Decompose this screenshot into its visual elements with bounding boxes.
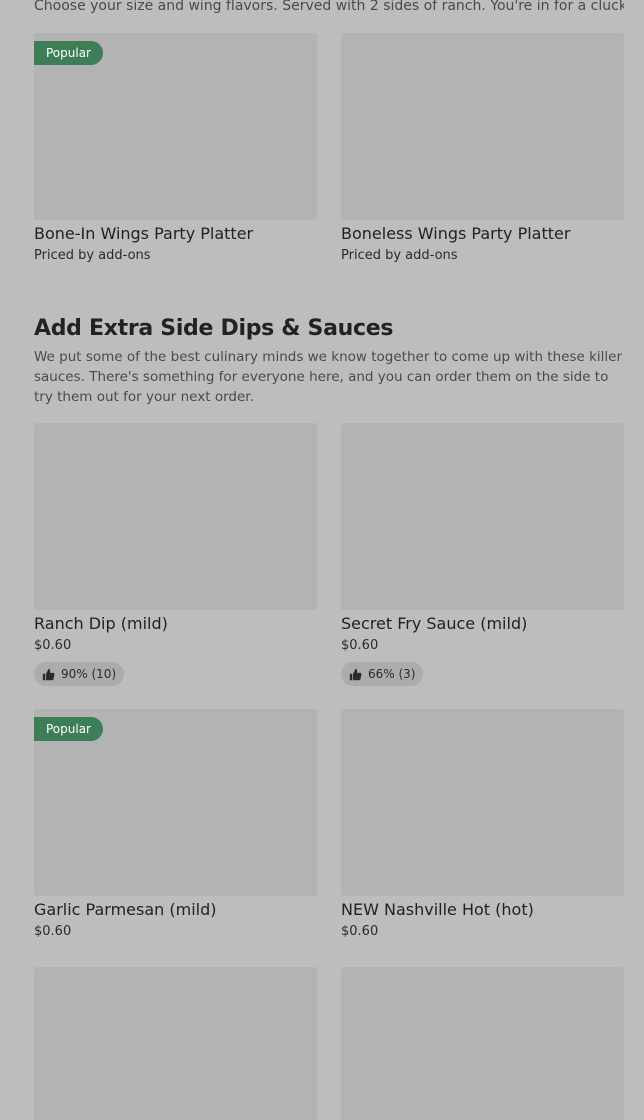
menu-item-price: $0.60 — [34, 638, 72, 653]
menu-item-card[interactable]: Popular Bone-In Wings Party Platter Pric… — [34, 33, 317, 266]
menu-item-card[interactable]: Ranch Dip (mild) $0.60 90% (10) — [34, 423, 317, 686]
menu-item-image[interactable] — [34, 423, 317, 610]
menu-item-name[interactable]: Bone-In Wings Party Platter — [34, 223, 317, 245]
menu-item-image[interactable] — [341, 423, 624, 610]
menu-item-price: $0.60 — [341, 638, 379, 653]
menu-item-image[interactable] — [341, 967, 624, 1120]
menu-item-image[interactable] — [341, 33, 624, 220]
menu-item-price: $0.60 — [34, 924, 72, 939]
menu-item-name[interactable]: Ranch Dip (mild) — [34, 613, 317, 635]
rating-badge: 66% (3) — [341, 662, 424, 686]
menu-item-card[interactable] — [34, 967, 317, 1120]
menu-item-price: Priced by add-ons — [341, 248, 458, 263]
menu-item-card[interactable] — [341, 967, 624, 1120]
menu-item-image[interactable] — [341, 709, 624, 896]
menu-item-card[interactable]: Secret Fry Sauce (mild) $0.60 66% (3) — [341, 423, 624, 686]
menu-item-card[interactable]: Popular Garlic Parmesan (mild) $0.60 — [34, 709, 317, 942]
section-description: We put some of the best culinary minds w… — [34, 349, 623, 405]
thumbs-up-icon — [349, 668, 362, 680]
category-description: Choose your size and wing flavors. Serve… — [34, 0, 624, 14]
rating-text: 66% (3) — [368, 667, 416, 681]
menu-item-name[interactable]: Boneless Wings Party Platter — [341, 223, 624, 245]
rating-text: 90% (10) — [61, 667, 117, 681]
menu-page: Choose your size and wing flavors. Serve… — [0, 0, 644, 1120]
menu-item-name[interactable]: NEW Nashville Hot (hot) — [341, 899, 624, 921]
popular-badge: Popular — [34, 41, 103, 65]
menu-item-price: Priced by add-ons — [34, 248, 151, 263]
rating-badge: 90% (10) — [34, 662, 125, 686]
menu-item-name[interactable]: Garlic Parmesan (mild) — [34, 899, 317, 921]
menu-item-card[interactable]: NEW Nashville Hot (hot) $0.60 — [341, 709, 624, 942]
popular-badge: Popular — [34, 717, 103, 741]
section-title: Add Extra Side Dips & Sauces — [34, 316, 394, 341]
menu-item-card[interactable]: Boneless Wings Party Platter Priced by a… — [341, 33, 624, 266]
menu-item-price: $0.60 — [341, 924, 379, 939]
menu-item-image[interactable]: Popular — [34, 33, 317, 220]
menu-item-name[interactable]: Secret Fry Sauce (mild) — [341, 613, 624, 635]
thumbs-up-icon — [42, 668, 55, 680]
menu-item-image[interactable]: Popular — [34, 709, 317, 896]
menu-item-image[interactable] — [34, 967, 317, 1120]
